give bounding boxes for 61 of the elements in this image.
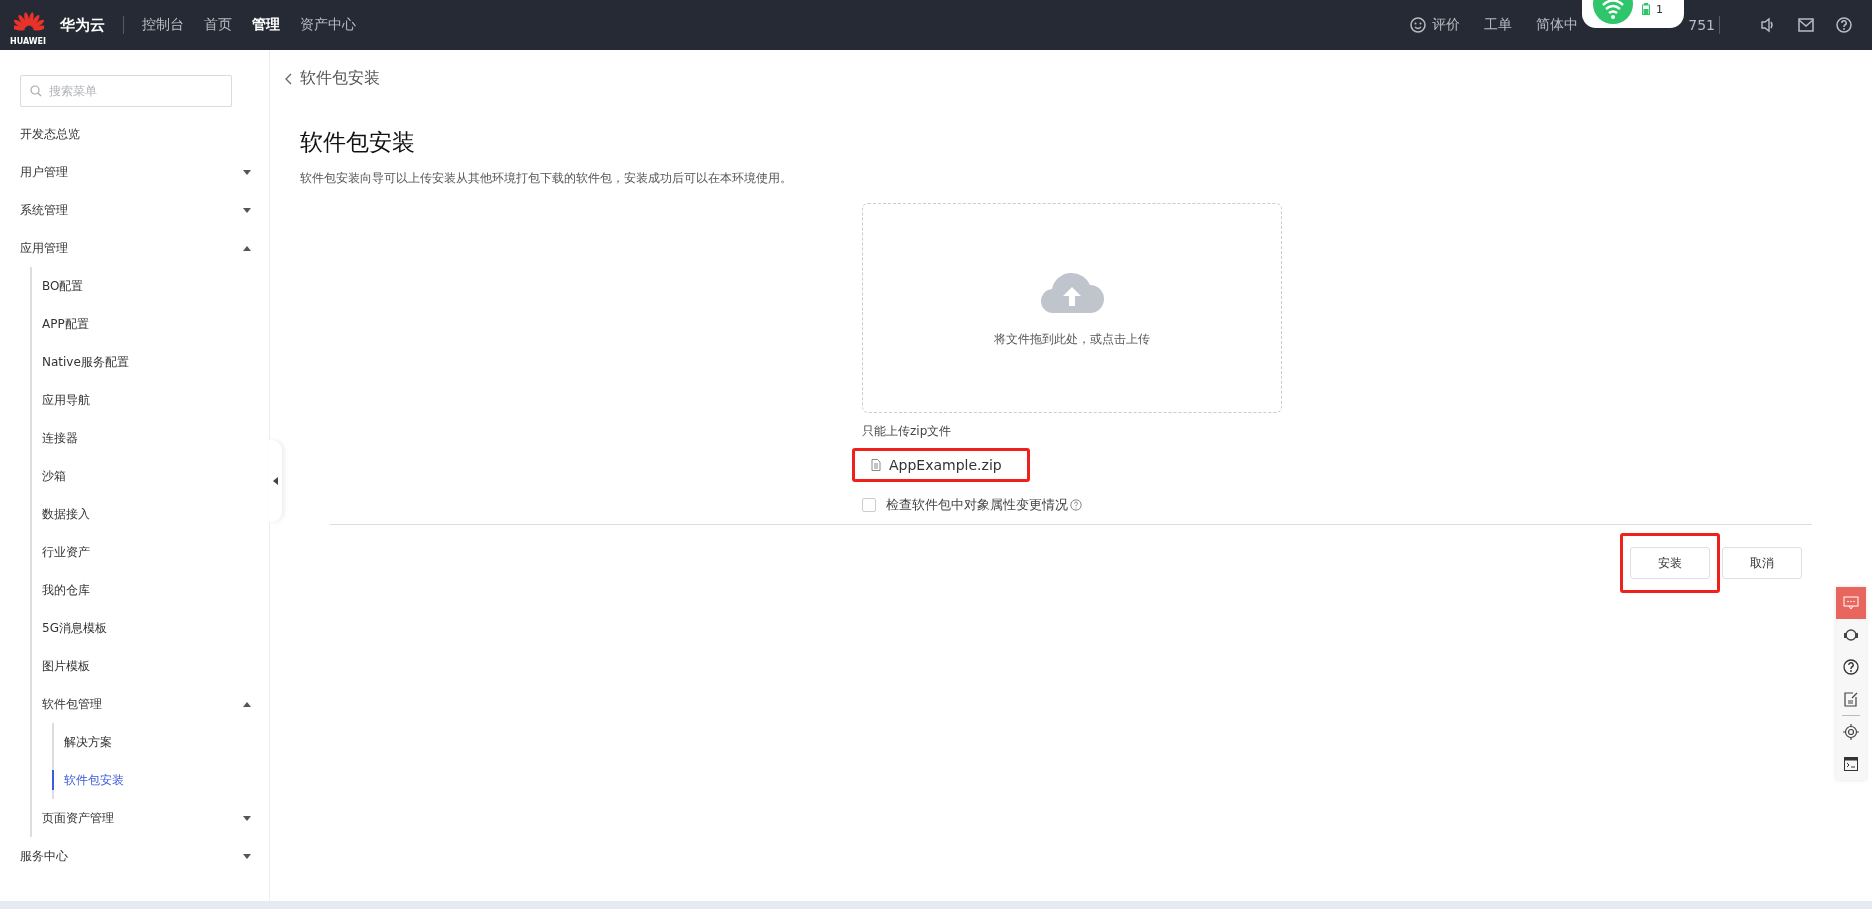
caret-icon [243, 701, 251, 707]
sidebar-item[interactable]: 应用导航 [42, 381, 269, 419]
upload-prompt: 将文件拖到此处，或点击上传 [994, 330, 1150, 348]
chevron-left-icon [284, 72, 292, 85]
logo-text: HUAWEI [10, 36, 47, 46]
speaker-icon[interactable] [1760, 17, 1776, 33]
document-icon [871, 459, 881, 471]
sidebar-item[interactable]: 软件包管理 [42, 685, 269, 723]
sidebar-item[interactable]: 我的仓库 [42, 571, 269, 609]
sidebar-item[interactable]: 系统管理 [20, 191, 269, 229]
file-name: AppExample.zip [889, 457, 1002, 473]
header-link[interactable]: 751 [1688, 17, 1715, 33]
device-count: 1 [1656, 2, 1663, 16]
header-link[interactable]: 简体中 [1536, 16, 1579, 34]
upload-hint: 只能上传zip文件 [862, 423, 953, 440]
search-field[interactable]: 搜索菜单 [20, 75, 232, 107]
brand-name: 华为云 [60, 15, 106, 35]
sidebar-item[interactable]: 应用管理 [20, 229, 269, 267]
caret-icon [243, 169, 251, 175]
sidebar-item[interactable]: 用户管理 [20, 153, 269, 191]
sidebar-item[interactable]: 数据接入 [42, 495, 269, 533]
sidebar-item[interactable]: BO配置 [42, 267, 269, 305]
nav-link[interactable]: 首页 [204, 16, 233, 34]
sidebar-item[interactable]: APP配置 [42, 305, 269, 343]
sidebar-item[interactable]: 连接器 [42, 419, 269, 457]
action-button[interactable]: 安装 [1630, 547, 1710, 579]
caret-icon [243, 815, 251, 821]
file-item[interactable]: AppExample.zip [852, 448, 1030, 482]
caret-icon [243, 245, 251, 251]
help-icon[interactable] [1836, 17, 1852, 33]
sidebar-item[interactable]: 页面资产管理 [42, 799, 269, 837]
checkbox-label: 检查软件包中对象属性变更情况 [886, 496, 1068, 514]
nav-link[interactable]: 管理 [252, 16, 281, 34]
mail-icon[interactable] [1798, 18, 1814, 32]
nav-link[interactable]: 控制台 [142, 16, 185, 34]
caret-icon [243, 853, 251, 859]
smiley-icon [1410, 17, 1427, 33]
action-button[interactable]: 取消 [1722, 547, 1802, 579]
collapse-handle[interactable] [269, 440, 282, 522]
sidebar-item[interactable]: Native服务配置 [42, 343, 269, 381]
page-description: 软件包安装向导可以上传安装从其他环境打包下载的软件包，安装成功后可以在本环境使用。 [300, 170, 793, 187]
sidebar-item[interactable]: 解决方案 [64, 723, 269, 761]
sidebar-item[interactable]: 行业资产 [42, 533, 269, 571]
sidebar-item[interactable]: 软件包安装 [64, 761, 269, 799]
checkbox[interactable] [862, 498, 876, 512]
feedback-link[interactable]: 评价 [1410, 16, 1461, 34]
header-link[interactable]: 工单 [1484, 16, 1513, 34]
sidebar-item[interactable]: 图片模板 [42, 647, 269, 685]
page-title: 软件包安装 [300, 128, 416, 157]
sidebar-item[interactable]: 开发态总览 [20, 115, 269, 153]
back-link[interactable]: 软件包安装 [284, 68, 1872, 89]
sidebar-item[interactable]: 沙箱 [42, 457, 269, 495]
caret-icon [243, 207, 251, 213]
battery-icon [1642, 3, 1650, 15]
sidebar-item[interactable]: 服务中心 [20, 837, 269, 875]
search-icon [30, 85, 42, 97]
upload-dropzone[interactable]: 将文件拖到此处，或点击上传 [862, 203, 1282, 413]
caret-icon [273, 477, 278, 485]
nav-link[interactable]: 资产中心 [300, 16, 357, 34]
sidebar-item[interactable]: 5G消息模板 [42, 609, 269, 647]
selection-indicator [52, 770, 54, 790]
